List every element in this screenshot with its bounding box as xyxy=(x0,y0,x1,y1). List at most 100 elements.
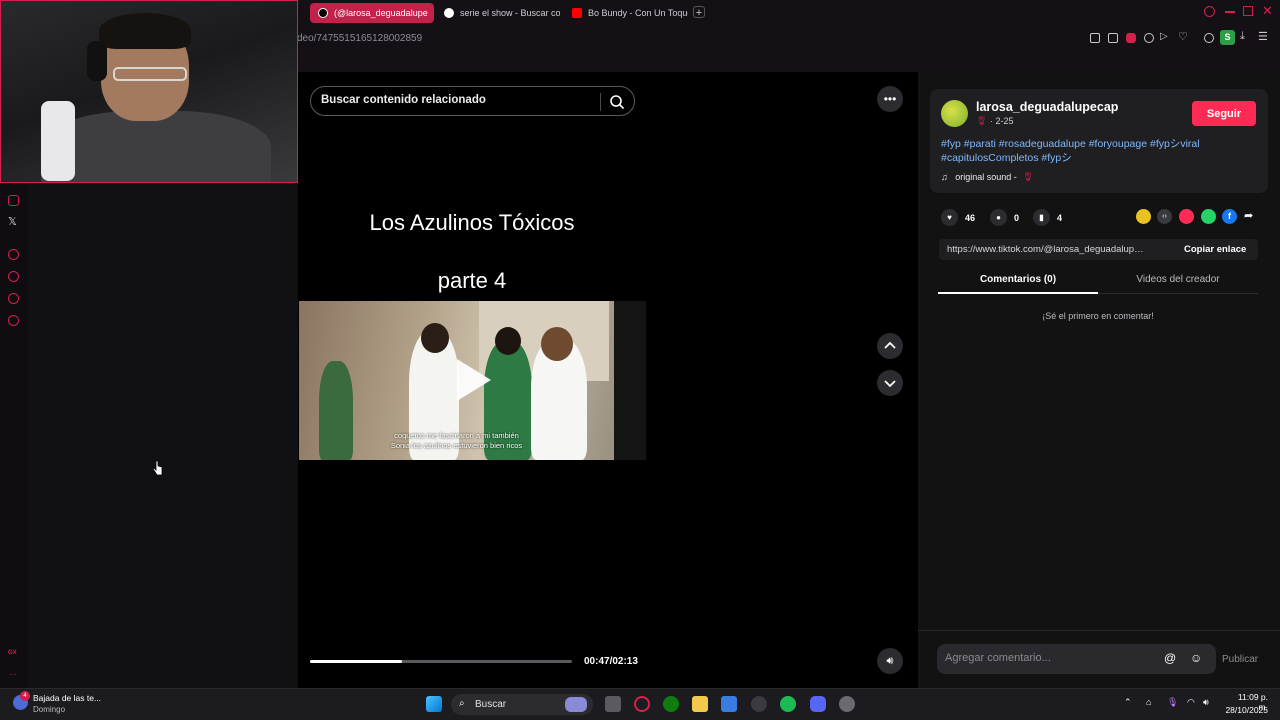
comment-stat[interactable]: ● 0 xyxy=(990,209,1019,226)
sound-label: original sound - xyxy=(955,172,1017,182)
like-count: 46 xyxy=(965,212,976,223)
post-hashtags[interactable]: #fyp #parati #rosadeguadalupe #foryoupag… xyxy=(941,137,1251,165)
x-twitter-icon[interactable]: 𝕏 xyxy=(8,215,17,228)
gx-logo-icon[interactable]: GX xyxy=(8,650,17,656)
video-progress-bar[interactable] xyxy=(310,660,572,663)
sound-info[interactable]: ♫ original sound - 🌹︎ xyxy=(941,172,1034,183)
translate-icon[interactable] xyxy=(1144,33,1154,43)
active-tab-indicator xyxy=(938,292,1098,294)
instagram-icon[interactable] xyxy=(8,195,19,206)
copy-link-button[interactable]: Copiar enlace xyxy=(1184,244,1246,255)
creator-username[interactable]: larosa_deguadalupecap xyxy=(976,100,1118,114)
post-date-text: · 2-25 xyxy=(989,116,1014,126)
snapshot-icon[interactable] xyxy=(1108,33,1118,43)
tab-comments[interactable]: Comentarios (0) xyxy=(938,274,1098,285)
settings-icon[interactable] xyxy=(839,696,855,712)
windows-start-icon[interactable] xyxy=(426,696,442,712)
spotify-icon[interactable] xyxy=(780,696,796,712)
avatar[interactable] xyxy=(941,100,968,127)
send-icon[interactable] xyxy=(1179,209,1194,224)
taskbar-date[interactable]: 28/10/2025 xyxy=(1218,705,1268,715)
friends-share-icon[interactable] xyxy=(1136,209,1151,224)
previous-video-button[interactable] xyxy=(877,333,903,359)
steam-icon[interactable] xyxy=(751,696,767,712)
comment-box: @ ☺ xyxy=(937,644,1216,674)
chevron-up-icon xyxy=(884,341,896,349)
store-icon[interactable] xyxy=(721,696,737,712)
file-explorer-icon[interactable] xyxy=(692,696,708,712)
task-view-icon[interactable] xyxy=(605,696,621,712)
heart-icon[interactable]: ♡ xyxy=(1178,30,1188,43)
url-text[interactable]: deo/7475515165128002859 xyxy=(297,33,422,44)
like-stat[interactable]: ♥ 46 xyxy=(941,209,975,226)
save-stat[interactable]: ▮ 4 xyxy=(1033,209,1062,226)
history-icon[interactable] xyxy=(8,271,19,282)
chevron-up-icon[interactable]: ⌃ xyxy=(1124,697,1132,708)
tiktok-icon xyxy=(318,8,328,18)
next-video-button[interactable] xyxy=(877,370,903,396)
tab-google-search[interactable]: serie el show - Buscar co xyxy=(436,3,560,23)
student-head xyxy=(541,327,573,361)
follow-button[interactable]: Seguir xyxy=(1192,101,1256,126)
search-divider xyxy=(600,93,601,111)
comment-input[interactable] xyxy=(945,652,1155,664)
weather-title[interactable]: Bajada de las te... xyxy=(33,693,101,703)
more-icon[interactable]: ··· xyxy=(9,670,17,679)
microphone-icon[interactable]: 🎙︎ xyxy=(1167,697,1178,708)
profile-icon[interactable]: S xyxy=(1220,30,1235,45)
wifi-icon[interactable]: ◠ xyxy=(1187,697,1195,708)
related-search-box[interactable] xyxy=(310,86,635,116)
volume-icon[interactable]: 🔊︎ xyxy=(1203,697,1209,708)
glasses xyxy=(113,67,187,81)
more-options-button[interactable]: ••• xyxy=(877,86,903,112)
share-link[interactable]: https://www.tiktok.com/@larosa_deguadalu… xyxy=(947,244,1145,255)
play-icon[interactable] xyxy=(457,359,491,401)
bookmark-icon[interactable] xyxy=(1090,33,1100,43)
emoji-icon[interactable]: ☺ xyxy=(1190,651,1202,665)
facebook-icon[interactable]: f xyxy=(1222,209,1237,224)
empty-comments-message: ¡Sé el primero en comentar! xyxy=(1042,311,1154,321)
spray-bottle xyxy=(41,101,75,181)
taskbar-search[interactable]: ⌕ Buscar xyxy=(451,694,593,715)
post-date: 🌹︎ · 2-25 xyxy=(976,116,1013,127)
mention-icon[interactable]: @ xyxy=(1164,651,1176,665)
person-hair xyxy=(99,13,191,49)
extensions-icon[interactable] xyxy=(1204,33,1214,43)
gx-sidebar: 𝕏 GX ··· xyxy=(0,183,28,688)
tab-label: serie el show - Buscar co xyxy=(460,8,560,18)
google-icon xyxy=(444,8,454,18)
extensions-sidebar-icon[interactable] xyxy=(8,293,19,304)
left-empty-panel xyxy=(28,183,298,688)
download-icon[interactable]: ⤓ xyxy=(1240,30,1245,43)
tab-label: Bo Bundy - Con Un Toque xyxy=(588,8,688,18)
opera-gx-icon[interactable] xyxy=(634,696,650,712)
related-search-input[interactable] xyxy=(321,94,601,106)
video-frame[interactable]: coquetos me fascinaron a mi también Soni… xyxy=(299,301,646,460)
save-count: 4 xyxy=(1057,212,1063,223)
embed-icon[interactable]: ‹› xyxy=(1157,209,1172,224)
search-icon[interactable] xyxy=(609,94,625,110)
maximize-icon[interactable] xyxy=(1243,6,1253,16)
volume-button[interactable]: 🔊︎ xyxy=(877,648,903,674)
share-arrow-icon[interactable]: ➦ xyxy=(1244,209,1253,222)
rose-icon: 🌹︎ xyxy=(976,116,988,126)
tab-youtube[interactable]: Bo Bundy - Con Un Toque xyxy=(564,3,688,23)
menu-icon[interactable]: ☰ xyxy=(1258,30,1268,43)
player-icon[interactable] xyxy=(8,249,19,260)
discord-icon[interactable] xyxy=(810,696,826,712)
whatsapp-icon[interactable] xyxy=(1201,209,1216,224)
new-tab-button[interactable]: + xyxy=(693,6,705,19)
share-link-box: https://www.tiktok.com/@larosa_deguadalu… xyxy=(939,239,1258,260)
close-icon[interactable]: ✕ xyxy=(1262,3,1273,19)
pocket-icon[interactable] xyxy=(1126,33,1136,43)
headset xyxy=(87,41,107,81)
minimize-icon[interactable] xyxy=(1225,11,1235,13)
network-icon[interactable]: ⌂ xyxy=(1146,697,1151,707)
publish-button[interactable]: Publicar xyxy=(1222,654,1258,665)
tab-tiktok[interactable]: (@larosa_deguadalupe xyxy=(310,3,434,23)
tab-creator-videos[interactable]: Videos del creador xyxy=(1098,274,1258,285)
settings-icon[interactable] xyxy=(8,315,19,326)
search-icon[interactable] xyxy=(1204,6,1215,17)
xbox-icon[interactable] xyxy=(663,696,679,712)
play-icon[interactable]: ▷ xyxy=(1160,31,1168,42)
